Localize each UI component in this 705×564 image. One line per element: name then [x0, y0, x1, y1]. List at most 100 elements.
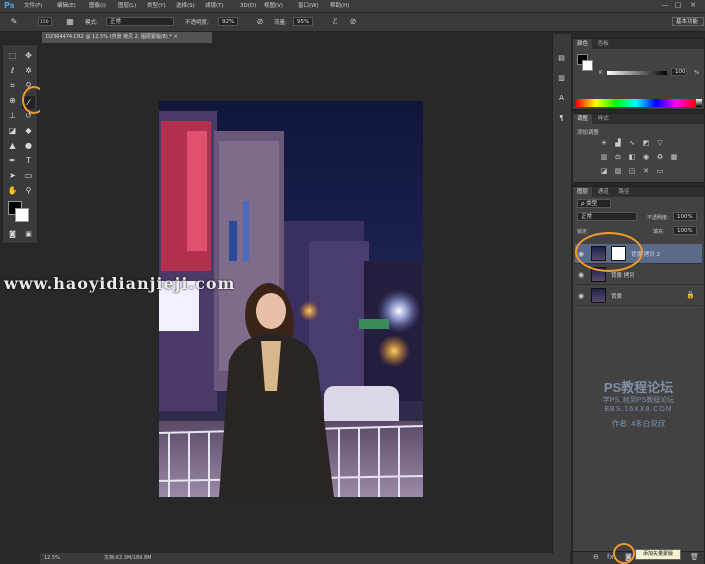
- color-spectrum-bar[interactable]: [576, 99, 696, 107]
- brush-tool-icon[interactable]: ✎: [8, 16, 20, 28]
- menu-type[interactable]: 类型(Y): [147, 2, 166, 11]
- pressure-size-icon[interactable]: ⊘: [347, 16, 359, 28]
- menu-filter[interactable]: 滤镜(T): [205, 2, 224, 11]
- properties-panel-icon[interactable]: ▥: [555, 72, 568, 85]
- levels-icon[interactable]: ▟: [613, 139, 623, 148]
- color-lookup-icon[interactable]: ▦: [669, 153, 679, 162]
- layer-thumbnail: [591, 288, 606, 303]
- healing-brush-tool-icon[interactable]: ⊕: [6, 94, 19, 107]
- black-white-icon[interactable]: ◧: [627, 153, 637, 162]
- brush-size-picker[interactable]: 150: [38, 17, 52, 26]
- rectangle-tool-icon[interactable]: ▭: [22, 169, 35, 182]
- character-panel-icon[interactable]: A: [555, 92, 568, 105]
- menu-file[interactable]: 文件(F): [24, 2, 42, 11]
- zoom-level[interactable]: 12.5%: [44, 553, 60, 564]
- flow-input[interactable]: 95%: [293, 17, 313, 26]
- background-color-swatch[interactable]: [15, 208, 29, 222]
- layer-name[interactable]: 背景: [611, 292, 622, 300]
- selective-color-icon[interactable]: ✕: [641, 167, 651, 176]
- menu-edit[interactable]: 编辑(E): [57, 2, 76, 11]
- gradient-map-icon[interactable]: ▭: [655, 167, 665, 176]
- curves-icon[interactable]: ∿: [627, 139, 637, 148]
- path-select-tool-icon[interactable]: ➤: [6, 169, 19, 182]
- forum-watermark-line3: 作者: 4禾白叔叔: [611, 419, 666, 428]
- zoom-tool-icon[interactable]: ⚲: [22, 184, 35, 197]
- blend-mode-select[interactable]: 正常: [577, 212, 637, 221]
- menu-view[interactable]: 视图(V): [264, 2, 283, 11]
- k-unit: %: [694, 70, 700, 76]
- layer-row-background[interactable]: ◉ 背景 🔒: [575, 286, 702, 306]
- photoshop-logo: Ps: [4, 1, 15, 10]
- tab-paths[interactable]: 路径: [615, 187, 634, 197]
- brush-panel-icon[interactable]: ▦: [64, 16, 76, 28]
- document-photo[interactable]: [159, 101, 423, 497]
- layer-mask-highlight: [575, 232, 643, 272]
- clone-stamp-tool-icon[interactable]: ⊥: [6, 109, 19, 122]
- menu-window[interactable]: 窗口(W): [298, 2, 319, 11]
- airbrush-icon[interactable]: ℰ: [329, 16, 341, 28]
- quick-select-tool-icon[interactable]: ✲: [22, 64, 35, 77]
- paragraph-panel-icon[interactable]: ¶: [555, 112, 568, 125]
- brightness-contrast-icon[interactable]: ☀: [599, 139, 609, 148]
- menu-3d[interactable]: 3D(D): [240, 2, 256, 11]
- visibility-eye-icon[interactable]: ◉: [578, 271, 584, 279]
- tab-adjustments[interactable]: 调整: [573, 114, 593, 124]
- layer-opacity-label: 不透明度:: [647, 215, 669, 221]
- visibility-eye-icon[interactable]: ◉: [578, 292, 584, 300]
- paint-bucket-tool-icon[interactable]: ◆: [22, 124, 35, 137]
- layer-filter-select[interactable]: ρ 类型: [577, 199, 611, 208]
- exposure-icon[interactable]: ◩: [641, 139, 651, 148]
- minimize-button[interactable]: —: [660, 1, 670, 10]
- opacity-input[interactable]: 92%: [218, 17, 238, 26]
- menu-image[interactable]: 图像(I): [89, 2, 106, 11]
- quick-mask-icon[interactable]: ◙: [6, 228, 19, 241]
- tab-styles[interactable]: 样式: [594, 114, 613, 124]
- screen-mode-icon[interactable]: ▣: [22, 228, 35, 241]
- tab-channels[interactable]: 通道: [594, 187, 613, 197]
- fill-input[interactable]: 100%: [673, 226, 697, 235]
- menu-layer[interactable]: 图层(L): [118, 2, 136, 11]
- type-tool-icon[interactable]: T: [22, 154, 35, 167]
- maximize-button[interactable]: □: [673, 1, 683, 10]
- workspace-select[interactable]: 基本功能: [672, 17, 704, 26]
- crop-tool-icon[interactable]: ⌗: [6, 79, 19, 92]
- color-balance-icon[interactable]: ⚖: [613, 153, 623, 162]
- vibrance-icon[interactable]: ▽: [655, 139, 665, 148]
- history-panel-icon[interactable]: ▤: [555, 52, 568, 65]
- k-value-input[interactable]: 100: [671, 68, 687, 76]
- night-portrait-image: [159, 101, 423, 497]
- grayscale-bar[interactable]: [696, 99, 702, 107]
- hand-tool-icon[interactable]: ✋: [6, 184, 19, 197]
- k-slider[interactable]: [607, 71, 667, 75]
- menu-help[interactable]: 帮助(H): [330, 2, 349, 11]
- close-button[interactable]: ✕: [688, 1, 698, 10]
- layer-name[interactable]: 背景 拷贝: [611, 271, 635, 279]
- tools-panel: ⬚ ✥ ℓ ✲ ⌗ ⚲ ⊕ ⁄ ⊥ ↺ ◪ ◆ ▲ ● ✒ T ➤ ▭ ✋ ⚲ …: [2, 44, 38, 244]
- bg-color-chip[interactable]: [582, 60, 593, 71]
- layer-opacity-input[interactable]: 100%: [673, 212, 697, 221]
- hue-saturation-icon[interactable]: ▥: [599, 153, 609, 162]
- dodge-tool-icon[interactable]: ●: [22, 139, 35, 152]
- pen-tool-icon[interactable]: ✒: [6, 154, 19, 167]
- delete-layer-icon[interactable]: 🗑: [690, 553, 699, 561]
- tab-layers[interactable]: 图层: [573, 187, 593, 197]
- tab-color[interactable]: 颜色: [573, 39, 593, 49]
- posterize-icon[interactable]: ▨: [613, 167, 623, 176]
- lasso-tool-icon[interactable]: ℓ: [6, 64, 19, 77]
- link-layers-icon[interactable]: ⊖: [593, 553, 599, 561]
- forum-watermark-title: PS教程论坛: [603, 380, 674, 395]
- channel-mixer-icon[interactable]: ♻: [655, 153, 665, 162]
- document-tab[interactable]: D2364474.CR2 @ 12.5% (背景 拷贝 2, 图层蒙版/8) *…: [42, 32, 212, 43]
- menu-select[interactable]: 选择(S): [176, 2, 195, 11]
- threshold-icon[interactable]: ◫: [627, 167, 637, 176]
- blur-tool-icon[interactable]: ▲: [6, 139, 19, 152]
- marquee-tool-icon[interactable]: ⬚: [6, 49, 19, 62]
- document-size: 文档:63.3M/189.8M: [104, 555, 152, 561]
- photo-filter-icon[interactable]: ◉: [641, 153, 651, 162]
- eraser-tool-icon[interactable]: ◪: [6, 124, 19, 137]
- move-tool-icon[interactable]: ✥: [22, 49, 35, 62]
- mode-select[interactable]: 正常: [106, 17, 174, 26]
- invert-icon[interactable]: ◪: [599, 167, 609, 176]
- tab-swatches[interactable]: 色板: [594, 39, 613, 49]
- pressure-opacity-icon[interactable]: ⊘: [254, 16, 266, 28]
